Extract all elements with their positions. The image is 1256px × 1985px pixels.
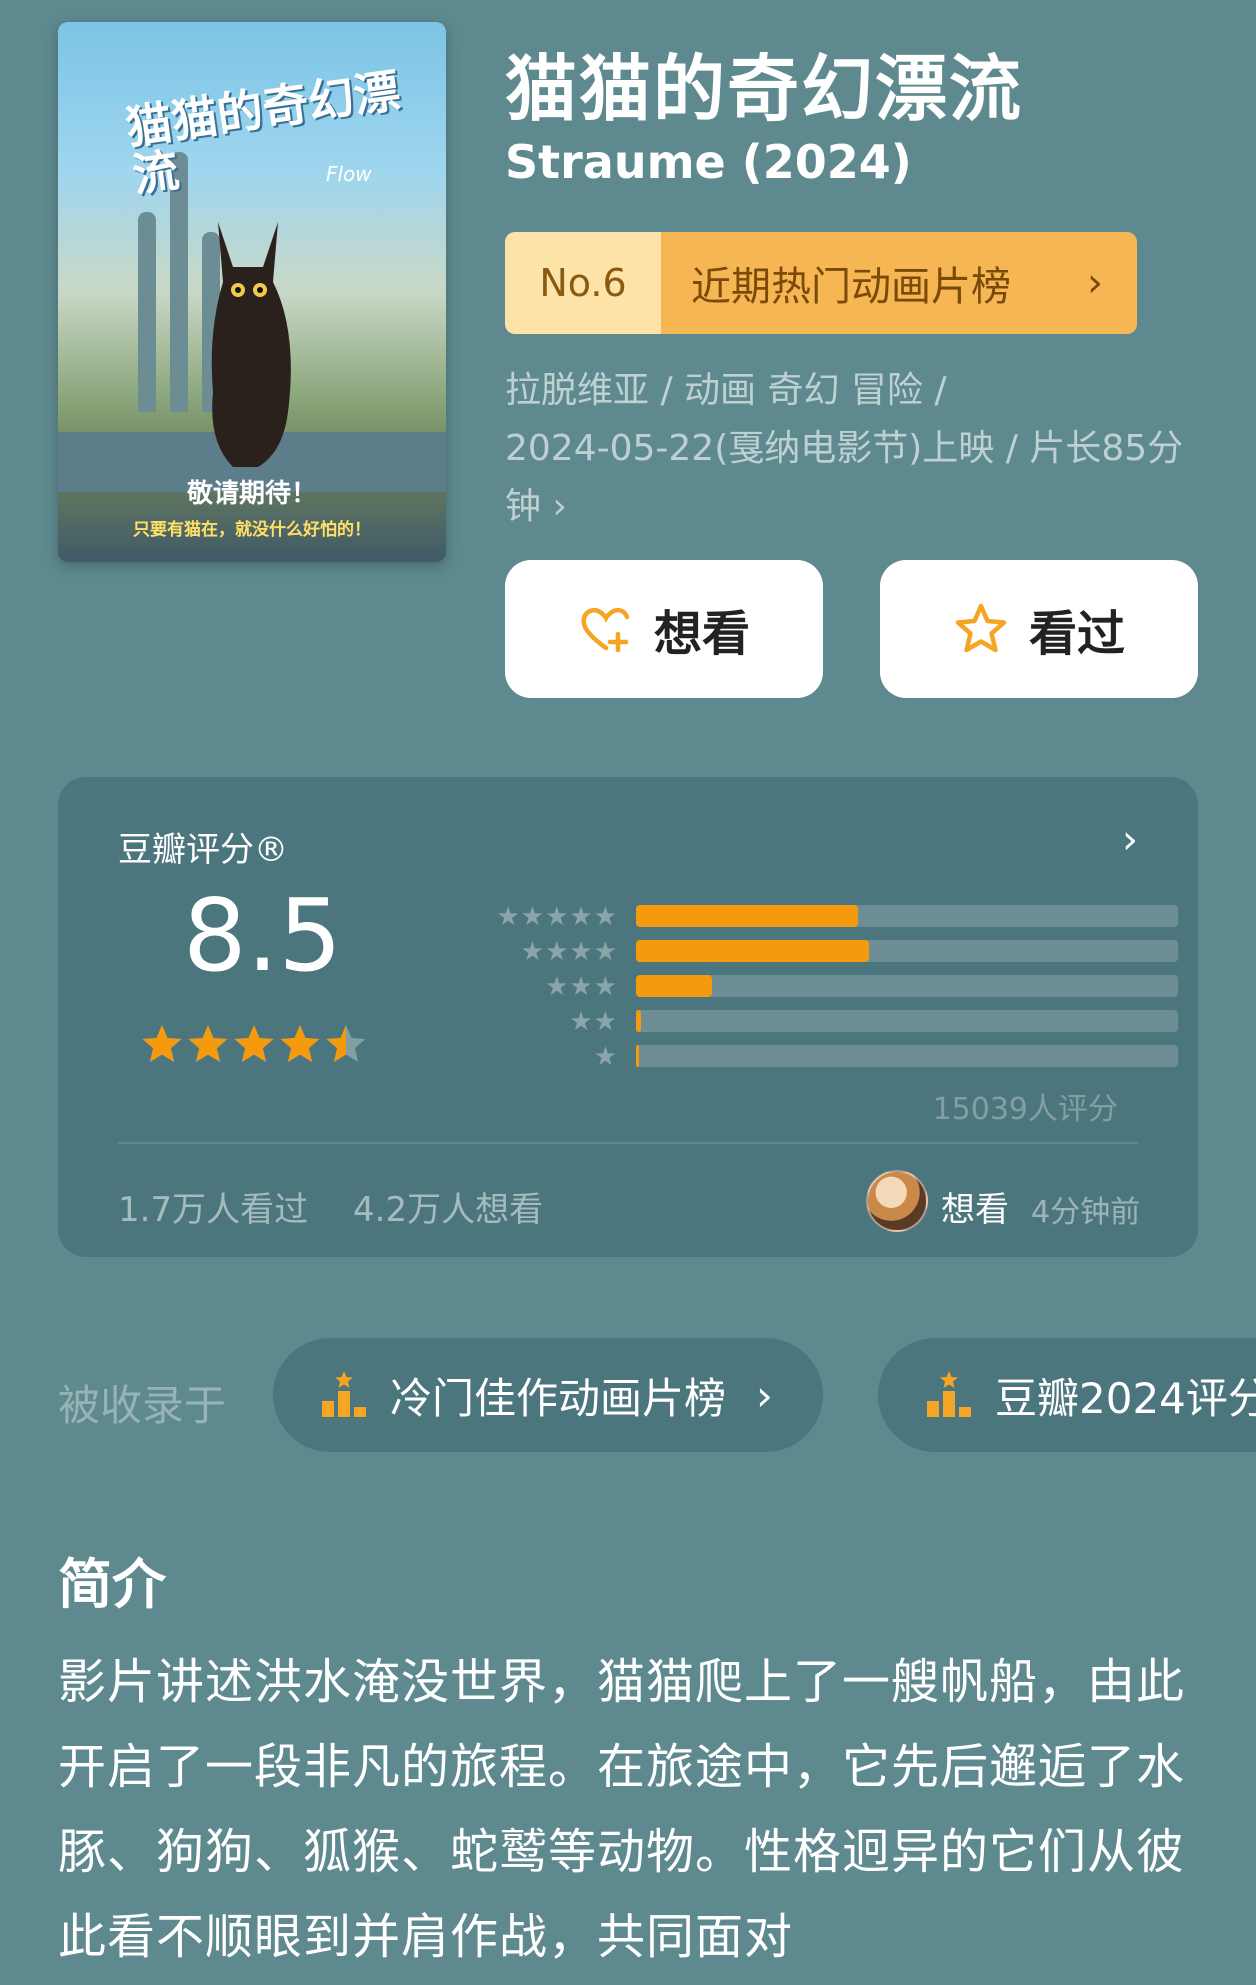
- seen-button[interactable]: 看过: [880, 560, 1198, 698]
- movie-poster[interactable]: 猫猫的奇幻漂流 Flow 敬请期待！ 只要有猫在，就没什么好怕的！: [58, 22, 446, 562]
- ranking-number: No.6: [505, 232, 661, 334]
- ranking-podium-icon: [322, 1371, 366, 1417]
- rating-card[interactable]: 豆瓣评分® › 8.5 ★★★★★ ★★★★ ★★★ ★★ ★ 15039人评分…: [58, 777, 1198, 1257]
- collections-label: 被收录于: [58, 1381, 227, 1430]
- poster-tagline: 敬请期待！: [186, 479, 317, 509]
- star-half-icon: [326, 1025, 366, 1062]
- meta-release-line: 2024-05-22(戛纳电影节)上映 / 片长85分: [505, 428, 1184, 469]
- dist-bar-fill: [636, 1010, 642, 1032]
- cat-illustration: [211, 222, 291, 467]
- dist-bar-track: [636, 1045, 1178, 1067]
- dist-bar-fill: [636, 1045, 640, 1067]
- collection-chip[interactable]: 冷门佳作动画片榜 ›: [273, 1338, 823, 1452]
- want-to-watch-button[interactable]: 想看: [505, 560, 823, 698]
- dist-bar-fill: [636, 940, 870, 962]
- dist-bar-fill: [636, 975, 712, 997]
- divider: [118, 1142, 1138, 1144]
- rating-dist-row: ★★★★★: [398, 902, 1178, 932]
- dist-stars-label: ★★★★: [520, 937, 618, 967]
- rating-dist-row: ★: [398, 1042, 1178, 1072]
- dist-bar-track: [636, 905, 1178, 927]
- dist-bar-track: [636, 1010, 1178, 1032]
- chevron-right-icon: ›: [756, 1370, 773, 1420]
- activity-time: 4分钟前: [1031, 1195, 1141, 1230]
- want-button-label: 想看: [653, 606, 750, 662]
- ranking-label: 近期热门动画片榜: [691, 264, 1011, 310]
- meta-genre-line: 拉脱维亚 / 动画 奇幻 冒险 /: [505, 370, 947, 411]
- seen-button-label: 看过: [1028, 606, 1125, 662]
- dist-stars-label: ★★★: [545, 972, 618, 1002]
- activity-label: 想看: [941, 1190, 1009, 1230]
- star-filled-icon: [280, 1025, 320, 1062]
- poster-tower: [138, 212, 156, 412]
- meta-duration-line: 钟 ›: [505, 486, 567, 527]
- intro-text: 影片讲述洪水淹没世界，猫猫爬上了一艘帆船，由此开启了一段非凡的旅程。在旅途中，它…: [58, 1654, 1186, 1965]
- ranking-badge[interactable]: No.6 近期热门动画片榜 ›: [505, 232, 1137, 334]
- rating-dist-row: ★★★★: [398, 937, 1178, 967]
- poster-title-art: 猫猫的奇幻漂流: [122, 63, 404, 203]
- rating-score: 8.5: [183, 877, 343, 994]
- movie-original-title: Straume (2024): [505, 135, 912, 189]
- ranking-label-area: 近期热门动画片榜 ›: [661, 232, 1137, 334]
- rating-dist-row: ★★: [398, 1007, 1178, 1037]
- rating-label: 豆瓣评分®: [118, 830, 288, 870]
- star-filled-icon: [142, 1025, 182, 1062]
- star-filled-icon: [234, 1025, 274, 1062]
- seen-count[interactable]: 1.7万人看过: [118, 1182, 308, 1231]
- movie-title: 猫猫的奇幻漂流: [505, 47, 1024, 131]
- chevron-right-icon: ›: [1087, 260, 1103, 306]
- dist-stars-label: ★★: [569, 1007, 618, 1037]
- star-filled-icon: [188, 1025, 228, 1062]
- dist-bar-track: [636, 975, 1178, 997]
- poster-subtagline: 只要有猫在，就没什么好怕的！: [133, 520, 371, 540]
- collection-chip[interactable]: 豆瓣2024评分: [878, 1338, 1256, 1452]
- dist-stars-label: ★: [593, 1042, 618, 1072]
- poster-flow-logo: Flow: [326, 162, 372, 186]
- want-count[interactable]: 4.2万人想看: [353, 1182, 543, 1231]
- movie-meta[interactable]: 拉脱维亚 / 动画 奇幻 冒险 / 2024-05-22(戛纳电影节)上映 / …: [505, 362, 1205, 536]
- heart-plus-icon: [581, 607, 630, 653]
- rating-stars: [140, 1022, 368, 1066]
- collection-label: 冷门佳作动画片榜: [390, 1373, 727, 1423]
- chevron-right-icon: ›: [1122, 817, 1138, 863]
- dist-stars-label: ★★★★★: [496, 902, 618, 932]
- ranking-podium-icon: [927, 1371, 971, 1417]
- star-outline-icon: [955, 603, 1007, 653]
- rating-count: 15039人评分: [932, 1092, 1118, 1127]
- avatar[interactable]: [866, 1170, 928, 1232]
- dist-bar-fill: [636, 905, 859, 927]
- dist-bar-track: [636, 940, 1178, 962]
- collection-label: 豆瓣2024评分: [995, 1373, 1256, 1423]
- intro-heading: 简介: [58, 1553, 166, 1616]
- rating-dist-row: ★★★: [398, 972, 1178, 1002]
